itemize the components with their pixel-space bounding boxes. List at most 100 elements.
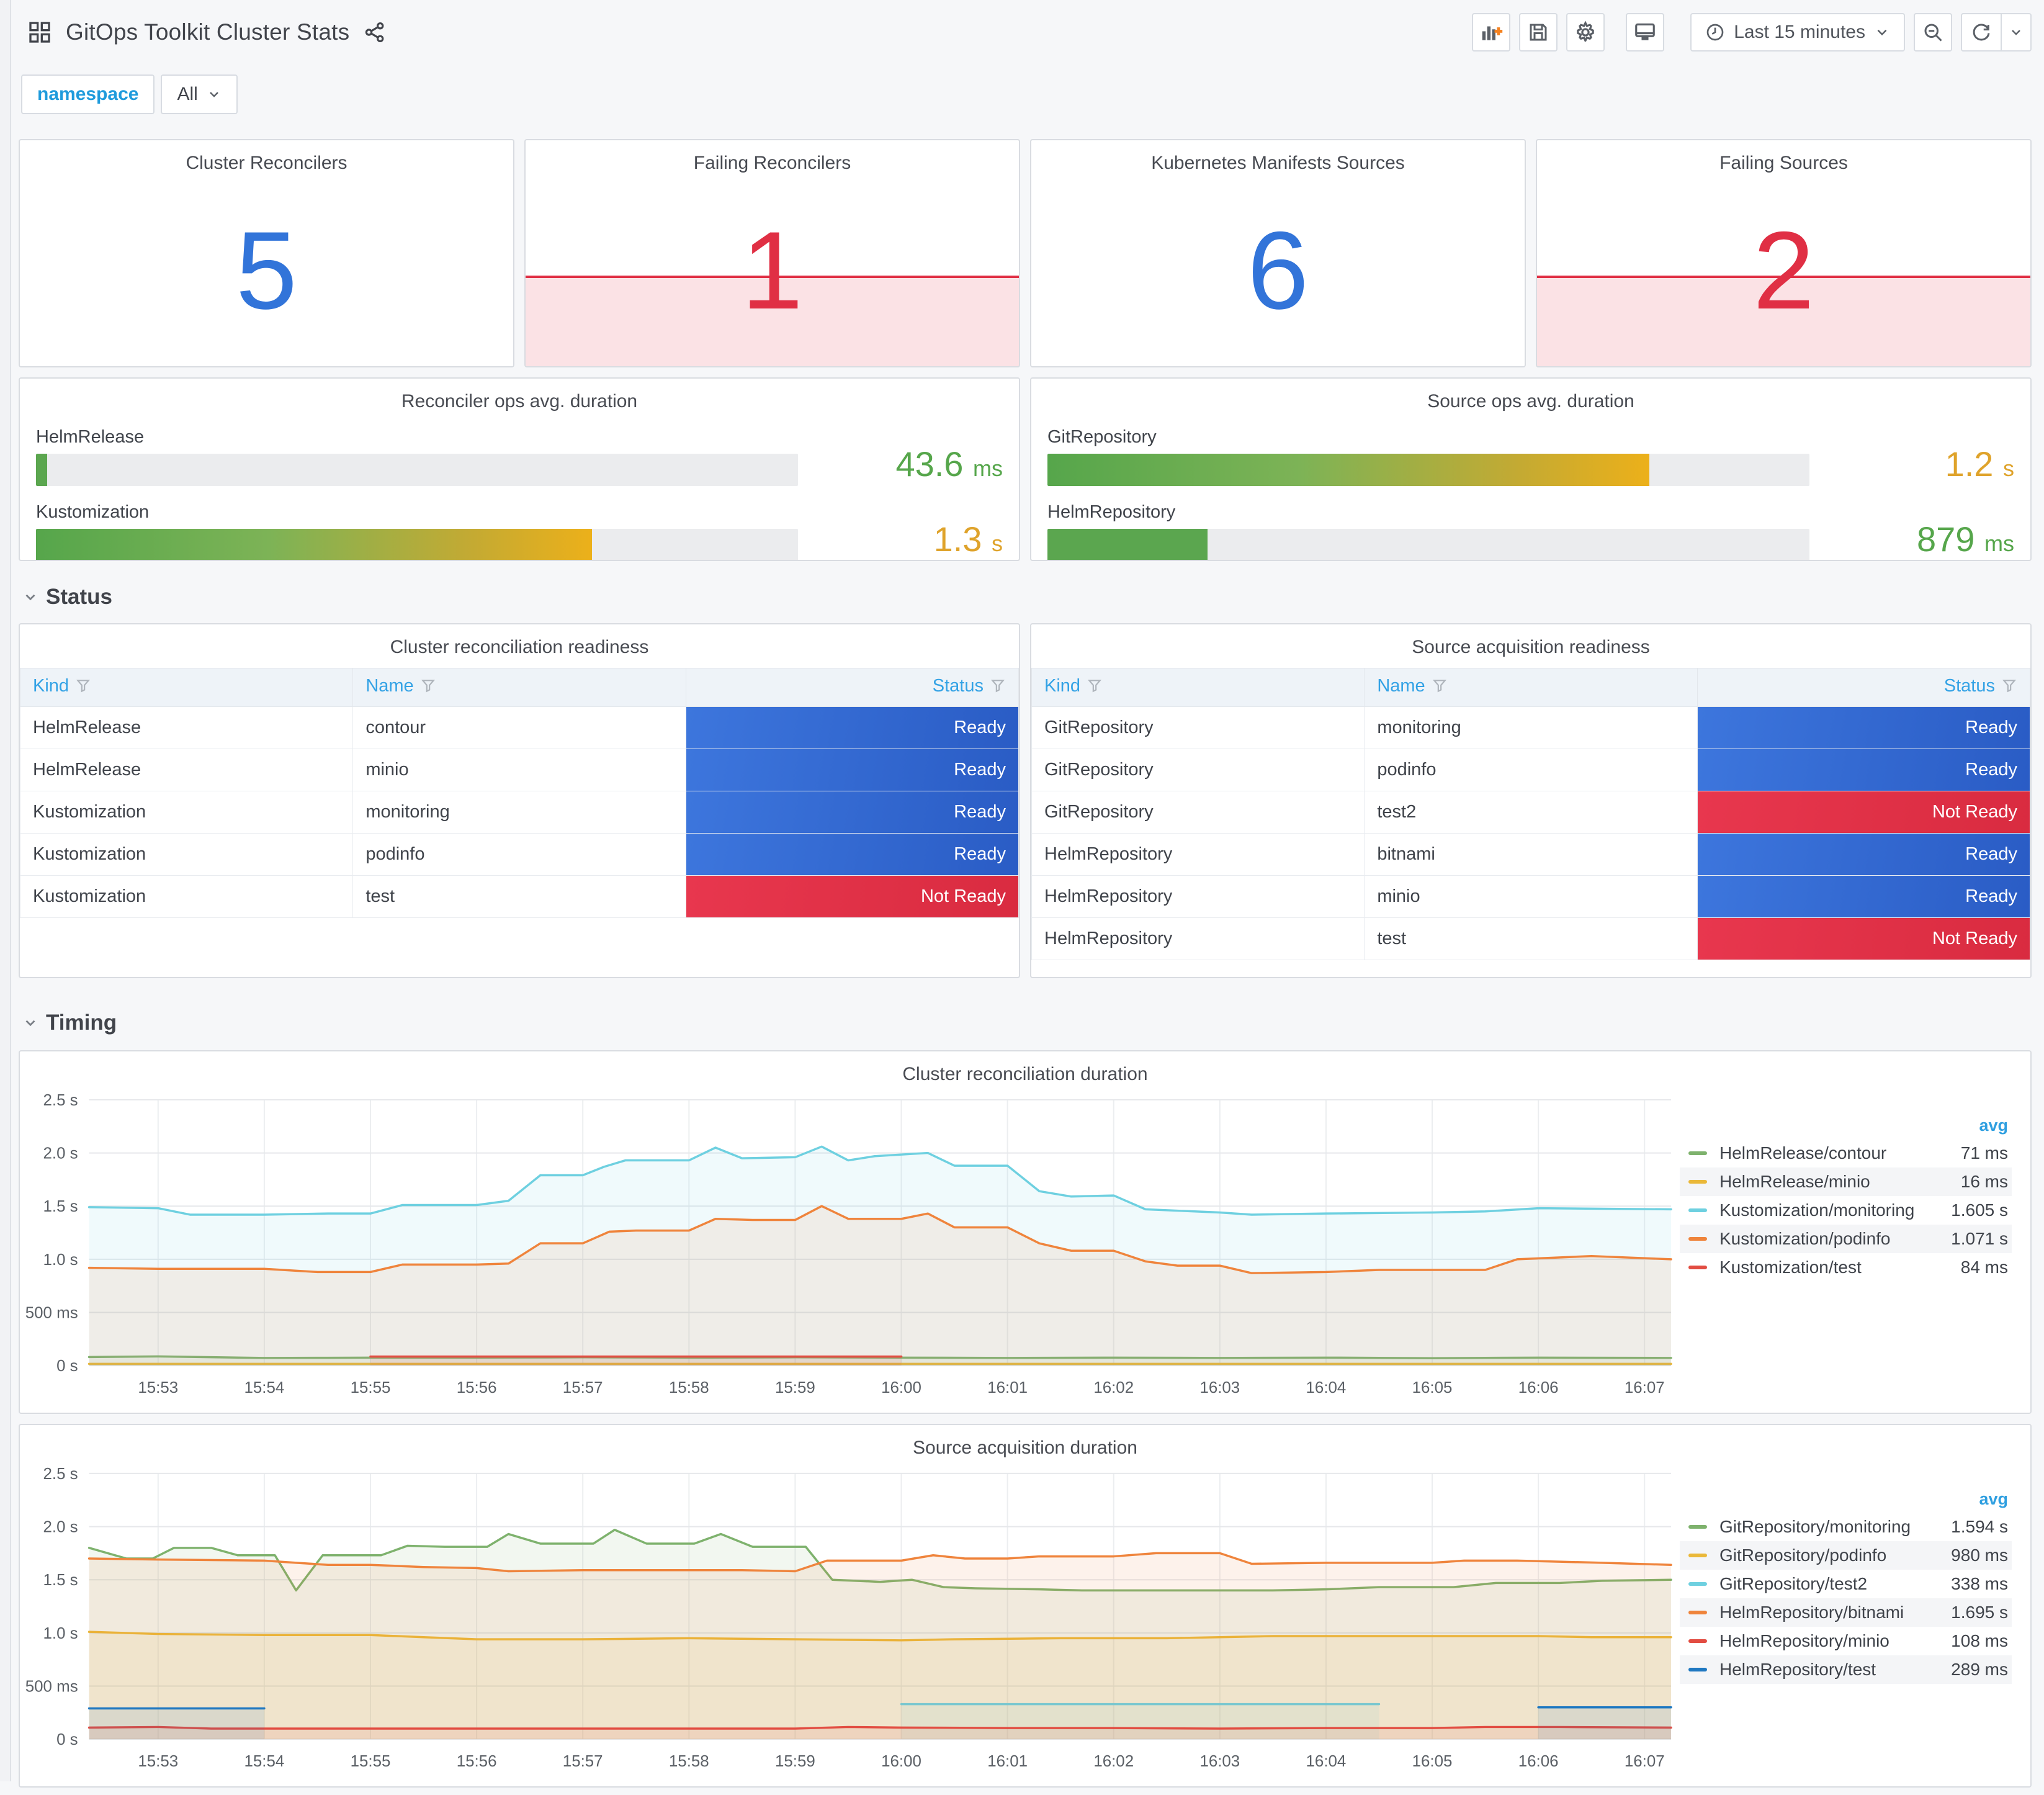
series-name: HelmRepository/bitnami — [1719, 1603, 1904, 1622]
svg-text:16:07: 16:07 — [1625, 1379, 1665, 1397]
cycle-view-mode-button[interactable] — [1626, 13, 1665, 52]
cell-name: bitnami — [1364, 833, 1698, 876]
series-color-dash — [1688, 1208, 1707, 1212]
filter-icon[interactable] — [990, 678, 1006, 699]
series-name: HelmRelease/minio — [1719, 1172, 1870, 1191]
series-name: HelmRelease/contour — [1719, 1143, 1887, 1163]
legend-item[interactable]: GitRepository/test2 338 ms — [1680, 1570, 2012, 1598]
series-avg-value: 71 ms — [1960, 1143, 2008, 1163]
legend-item[interactable]: HelmRelease/contour 71 ms — [1680, 1139, 2012, 1167]
status-badge: Not Ready — [686, 876, 1018, 917]
namespace-variable-select[interactable]: All — [161, 74, 238, 114]
column-header-name[interactable]: Name — [1364, 668, 1698, 707]
stat-failing-reconcilers[interactable]: Failing Reconcilers 1 — [524, 139, 1020, 367]
filter-icon[interactable] — [2001, 678, 2017, 699]
column-header-status[interactable]: Status — [1697, 668, 2030, 707]
panel-source-acquisition-readiness[interactable]: Source acquisition readiness Kind Name Sta… — [1030, 623, 2032, 978]
legend-item[interactable]: HelmRepository/bitnami 1.695 s — [1680, 1598, 2012, 1627]
legend-item[interactable]: Kustomization/monitoring 1.605 s — [1680, 1196, 2012, 1225]
dashboard-settings-button[interactable] — [1566, 13, 1605, 52]
filter-icon[interactable] — [1432, 678, 1448, 699]
panel-cluster-reconciliation-duration[interactable]: Cluster reconciliation duration 15:53 15:… — [19, 1050, 2032, 1414]
cell-kind: HelmRepository — [1031, 917, 1365, 960]
stat-kubernetes-manifests-sources[interactable]: Kubernetes Manifests Sources 6 — [1030, 139, 1526, 367]
gear-icon — [1577, 20, 1594, 42]
time-range-picker[interactable]: Last 15 minutes — [1690, 13, 1905, 52]
legend-item[interactable]: HelmRepository/test 289 ms — [1680, 1655, 2012, 1684]
chart-canvas[interactable]: 15:53 15:54 15:55 15:56 15:57 15:58 15:59 16:00… — [20, 1089, 1680, 1410]
legend-item[interactable]: Kustomization/test 84 ms — [1680, 1253, 2012, 1282]
refresh-button[interactable] — [1962, 14, 2001, 50]
filter-icon[interactable] — [75, 678, 91, 699]
cell-name: podinfo — [1364, 749, 1698, 791]
section-status[interactable]: Status — [19, 580, 2032, 614]
refresh-interval-caret[interactable] — [2001, 14, 2030, 50]
table-row: GitRepository podinfo Ready — [1031, 749, 2030, 791]
stat-value: 5 — [236, 208, 297, 332]
series-color-dash — [1688, 1266, 1707, 1269]
legend-item[interactable]: GitRepository/monitoring 1.594 s — [1680, 1513, 2012, 1541]
cell-status: Ready — [1697, 749, 2030, 791]
sidebar-edge — [0, 0, 11, 1781]
legend-avg-header[interactable]: avg — [1680, 1116, 2012, 1135]
chart-canvas[interactable]: 15:53 15:54 15:55 15:56 15:57 15:58 15:59 16:00… — [20, 1462, 1680, 1784]
section-timing[interactable]: Timing — [19, 1005, 2032, 1040]
panel-reconciler-ops-duration[interactable]: Reconciler ops avg. duration HelmRelease… — [19, 377, 1020, 561]
panel-cluster-reconciliation-readiness[interactable]: Cluster reconciliation readiness Kind Nam… — [19, 623, 1020, 978]
stat-cluster-reconcilers[interactable]: Cluster Reconcilers 5 — [19, 139, 514, 367]
chart-legend: avg GitRepository/monitoring 1.594 s GitRep… — [1680, 1462, 2030, 1784]
series-avg-value: 980 ms — [1951, 1545, 2008, 1565]
gauge-label: HelmRepository — [1047, 502, 1176, 522]
add-panel-button[interactable] — [1472, 13, 1511, 52]
status-badge: Ready — [686, 791, 1018, 833]
table-header-row: Kind Name Status — [20, 668, 1019, 707]
legend-avg-header[interactable]: avg — [1680, 1490, 2012, 1509]
svg-text:15:54: 15:54 — [244, 1379, 285, 1397]
svg-text:500 ms: 500 ms — [25, 1304, 78, 1321]
table-row: HelmRelease minio Ready — [20, 749, 1019, 791]
series-name: Kustomization/test — [1719, 1257, 1862, 1277]
cell-status: Ready — [685, 706, 1019, 749]
save-dashboard-button[interactable] — [1519, 13, 1558, 52]
time-series-chart[interactable]: 15:53 15:54 15:55 15:56 15:57 15:58 15:59 16:00… — [20, 1462, 1680, 1784]
svg-text:16:01: 16:01 — [987, 1753, 1028, 1770]
stat-failing-sources[interactable]: Failing Sources 2 — [1536, 139, 2032, 367]
column-header-kind[interactable]: Kind — [20, 668, 354, 707]
panel-source-acquisition-duration[interactable]: Source acquisition duration 15:53 15:54 15… — [19, 1424, 2032, 1788]
cell-kind: HelmRepository — [1031, 833, 1365, 876]
dashboard: GitOps Toolkit Cluster Stats Last 15 min… — [12, 0, 2038, 1795]
status-badge: Not Ready — [1697, 918, 2030, 960]
legend-item[interactable]: Kustomization/podinfo 1.071 s — [1680, 1225, 2012, 1253]
gauge-value: 1.2 s — [1945, 444, 2014, 484]
chevron-down-icon — [207, 87, 222, 102]
filter-icon[interactable] — [1087, 678, 1103, 699]
svg-text:16:06: 16:06 — [1518, 1753, 1559, 1770]
series-avg-value: 1.605 s — [1951, 1200, 2008, 1220]
save-icon — [1530, 24, 1547, 41]
share-icon[interactable] — [363, 20, 387, 44]
column-header-name[interactable]: Name — [352, 668, 686, 707]
series-color-dash — [1688, 1582, 1707, 1586]
panel-source-ops-duration[interactable]: Source ops avg. duration GitRepository 1… — [1030, 377, 2032, 561]
series-color-dash — [1688, 1639, 1707, 1643]
column-header-status[interactable]: Status — [685, 668, 1019, 707]
gauge-fill — [1047, 529, 1208, 560]
status-badge: Not Ready — [1697, 791, 2030, 833]
gauge-track — [1047, 454, 1809, 486]
svg-text:16:00: 16:00 — [881, 1379, 921, 1397]
panel-title: Cluster reconciliation readiness — [390, 637, 649, 657]
panel-title: Kubernetes Manifests Sources — [1151, 153, 1405, 173]
legend-item[interactable]: HelmRelease/minio 16 ms — [1680, 1167, 2012, 1196]
cell-status: Ready — [685, 791, 1019, 834]
time-series-chart[interactable]: 15:53 15:54 15:55 15:56 15:57 15:58 15:59 16:00… — [20, 1089, 1680, 1410]
cell-name: minio — [352, 749, 686, 791]
zoom-out-button[interactable] — [1914, 13, 1952, 52]
legend-item[interactable]: GitRepository/podinfo 980 ms — [1680, 1541, 2012, 1570]
panel-title: Cluster Reconcilers — [186, 153, 347, 173]
svg-text:15:57: 15:57 — [563, 1753, 603, 1770]
dashboard-grid-icon[interactable] — [27, 20, 52, 45]
legend-item[interactable]: HelmRepository/minio 108 ms — [1680, 1627, 2012, 1655]
column-header-kind[interactable]: Kind — [1031, 668, 1365, 707]
filter-icon[interactable] — [420, 678, 436, 699]
panel-title: Cluster reconciliation duration — [902, 1064, 1148, 1084]
